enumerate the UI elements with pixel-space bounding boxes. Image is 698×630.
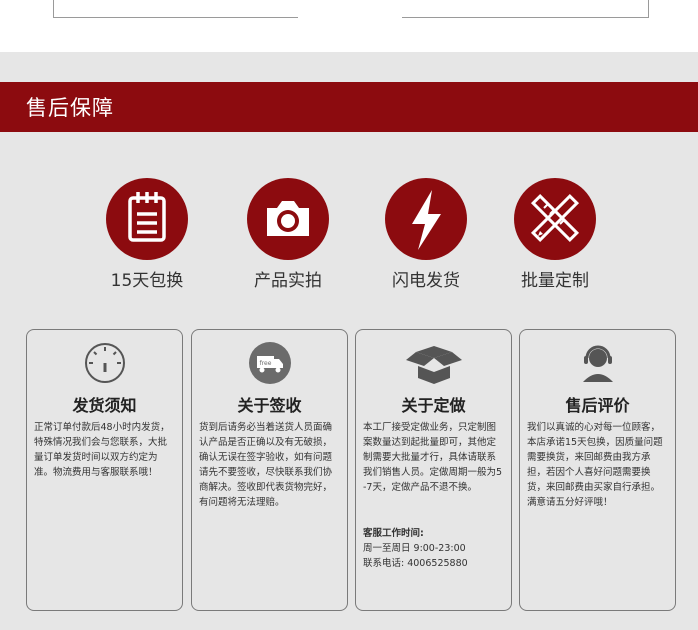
feature-exchange: 15天包换 bbox=[92, 178, 202, 291]
card-customization: 关于定做 本工厂接受定做业务，只定制图案数量达到起批量即可，其他定制需要大批量才… bbox=[355, 329, 512, 611]
card-receipt: free 关于签收 货到后请务必当着送货人员面确认产品是否正确以及有无破损，确认… bbox=[191, 329, 348, 611]
free-truck-icon: free bbox=[192, 340, 347, 386]
notepad-icon bbox=[106, 178, 188, 260]
feature-bulk-custom: 批量定制 bbox=[500, 178, 610, 291]
feature-real-photo: 产品实拍 bbox=[233, 178, 343, 291]
card-title: 关于签收 bbox=[237, 396, 302, 415]
open-box-icon bbox=[356, 340, 511, 386]
service-heading: 客服工作时间: bbox=[363, 528, 424, 539]
feature-label: 闪电发货 bbox=[392, 271, 460, 291]
card-title: 售后评价 bbox=[565, 396, 630, 415]
lightning-icon bbox=[385, 178, 467, 260]
top-box-left bbox=[53, 0, 298, 18]
gauge-icon bbox=[27, 340, 182, 386]
top-area bbox=[0, 0, 698, 52]
card-title: 发货须知 bbox=[72, 396, 137, 415]
service-info: 客服工作时间: 周一至周日 9:00-23:00 联系电话: 400652588… bbox=[363, 526, 505, 571]
headset-agent-icon bbox=[520, 340, 675, 386]
service-hours: 周一至周日 9:00-23:00 bbox=[363, 543, 466, 554]
feature-label: 批量定制 bbox=[521, 271, 589, 291]
service-phone: 联系电话: 4006525880 bbox=[363, 558, 468, 569]
pencil-ruler-icon bbox=[514, 178, 596, 260]
card-text: 货到后请务必当着送货人员面确认产品是否正确以及有无破损，确认无误在签字验收，如有… bbox=[199, 422, 333, 508]
feature-fast-shipping: 闪电发货 bbox=[371, 178, 481, 291]
top-box-right bbox=[402, 0, 649, 18]
card-title: 关于定做 bbox=[401, 396, 466, 415]
camera-icon bbox=[247, 178, 329, 260]
card-shipping-notice: 发货须知 正常订单付款后48小时内发货，特殊情况我们会与您联系，大批量订单发货时… bbox=[26, 329, 183, 611]
card-after-sales-review: 售后评价 我们以真诚的心对每一位顾客，本店承诺15天包换，因质量问题需要换货，来… bbox=[519, 329, 676, 611]
section-title: 售后保障 bbox=[26, 96, 114, 120]
section-banner: 售后保障 bbox=[0, 82, 698, 132]
feature-label: 15天包换 bbox=[110, 271, 184, 291]
feature-label: 产品实拍 bbox=[254, 271, 322, 291]
card-text: 正常订单付款后48小时内发货，特殊情况我们会与您联系，大批量订单发货时间以双方约… bbox=[34, 422, 170, 478]
card-text: 本工厂接受定做业务，只定制图案数量达到起批量即可，其他定制需要大批量才行，具体请… bbox=[363, 422, 503, 493]
svg-text:free: free bbox=[259, 360, 271, 367]
card-text: 我们以真诚的心对每一位顾客，本店承诺15天包换，因质量问题需要换货，来回邮费由我… bbox=[527, 422, 663, 508]
